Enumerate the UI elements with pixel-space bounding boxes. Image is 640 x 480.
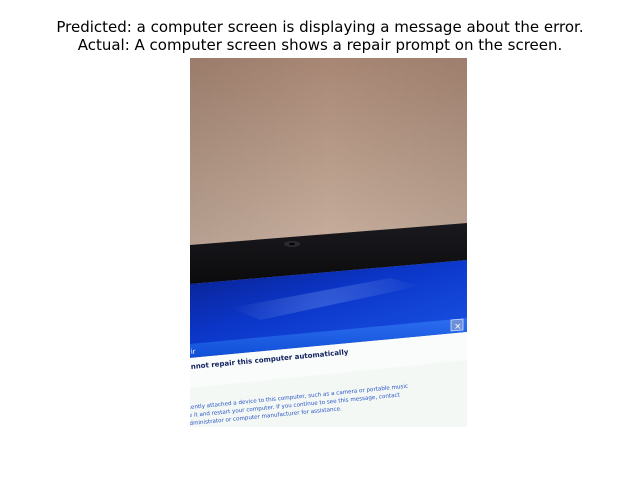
close-icon: × [454,322,462,332]
dialog-title: ir [190,348,196,356]
actual-caption: Actual: A computer screen shows a repair… [77,36,563,54]
photo: × ir nnot repair this computer automatic… [190,58,467,427]
predicted-caption: Predicted: a computer screen is displayi… [56,18,584,36]
